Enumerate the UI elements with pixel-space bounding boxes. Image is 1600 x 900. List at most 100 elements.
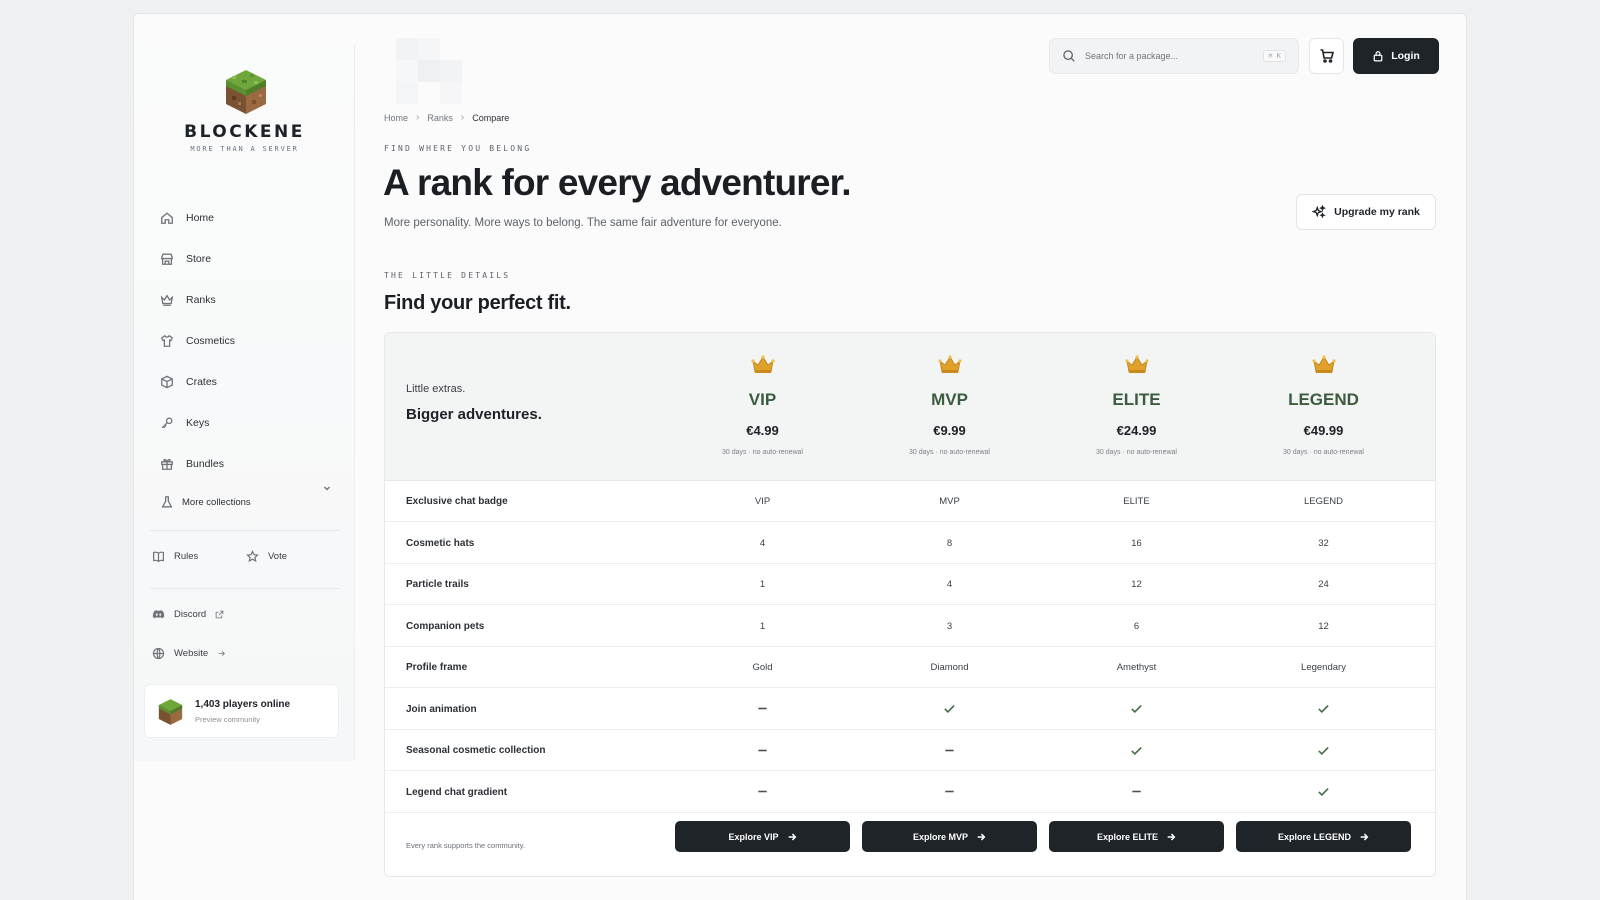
section-eyebrow: THE LITTLE DETAILS <box>384 271 511 280</box>
table-cell: 4 <box>759 537 766 549</box>
discord-link[interactable]: Discord <box>152 608 224 621</box>
sidebar-item-label: Bundles <box>186 458 224 470</box>
search-bar[interactable]: ⌘ K <box>1049 38 1299 74</box>
sidebar-item-keys[interactable]: Keys <box>160 413 209 433</box>
check-icon <box>1318 705 1329 714</box>
dash-icon <box>862 772 1037 813</box>
crown-icon <box>1125 355 1149 373</box>
table-cell: Amethyst <box>1116 662 1157 673</box>
lock-icon <box>1373 51 1383 62</box>
table-row: Legend chat gradient <box>385 772 1435 813</box>
sidebar-item-crates[interactable]: Crates <box>160 372 217 392</box>
sidebar-item-label: Store <box>186 253 212 265</box>
rules-label: Rules <box>174 551 199 562</box>
table-tagline-large: Bigger adventures. <box>406 406 542 423</box>
arrow-right-icon <box>788 833 796 840</box>
feature-name: Seasonal cosmetic collection <box>406 745 546 756</box>
sidebar-item-store[interactable]: Store <box>160 249 211 269</box>
brand-tagline: MORE THAN A SERVER <box>190 145 299 153</box>
check-icon <box>1049 689 1224 730</box>
logo-cube-icon[interactable] <box>224 68 268 116</box>
sidebar-divider <box>150 530 340 531</box>
sidebar-item-bundles[interactable]: Bundles <box>160 454 224 474</box>
sidebar-item-label: Ranks <box>186 294 216 306</box>
feature-name: Particle trails <box>406 579 469 590</box>
upgrade-rank-button[interactable]: Upgrade my rank <box>1296 194 1436 230</box>
players-online-subtitle: Preview community <box>195 715 261 724</box>
key-icon <box>161 417 173 429</box>
check-icon <box>862 689 1037 730</box>
breadcrumb-current: Compare <box>472 112 510 123</box>
rank-price: €4.99 <box>746 423 779 438</box>
explore-label: Explore ELITE <box>1096 831 1158 842</box>
dash-icon <box>758 749 767 752</box>
store-icon <box>161 253 173 265</box>
explore-elite-button[interactable]: Explore ELITE <box>1049 821 1224 852</box>
sidebar: BLOCKENE MORE THAN A SERVER Home Store R… <box>134 44 355 761</box>
sidebar-item-ranks[interactable]: Ranks <box>160 290 216 310</box>
table-row: Seasonal cosmetic collection <box>385 730 1435 771</box>
vote-label: Vote <box>268 551 288 562</box>
chevron-down-icon[interactable] <box>322 483 332 493</box>
sidebar-divider <box>150 588 340 589</box>
dash-icon <box>1132 791 1141 793</box>
rank-price: €24.99 <box>1116 423 1157 438</box>
rank-price: €9.99 <box>933 423 966 438</box>
table-cell: MVP <box>939 496 960 507</box>
cart-icon <box>1320 49 1334 63</box>
sidebar-item-label: Cosmetics <box>186 335 236 347</box>
rules-link[interactable]: Rules <box>152 550 198 563</box>
cart-button[interactable] <box>1309 38 1344 74</box>
vote-link[interactable]: Vote <box>246 550 287 563</box>
breadcrumb-home[interactable]: Home <box>384 113 408 123</box>
sidebar-item-label: Crates <box>186 376 217 388</box>
table-row: Join animation <box>385 689 1435 730</box>
check-icon <box>1131 746 1142 756</box>
login-button[interactable]: Login <box>1353 38 1439 74</box>
arrow-right-icon <box>977 833 986 840</box>
table-cell: 32 <box>1318 537 1329 549</box>
server-cube-icon <box>158 699 183 725</box>
table-cell: 1 <box>759 620 766 632</box>
explore-legend-button[interactable]: Explore LEGEND <box>1236 821 1411 852</box>
table-cell: 12 <box>1131 579 1142 590</box>
explore-vip-button[interactable]: Explore VIP <box>675 821 850 852</box>
table-cell: 24 <box>1318 579 1329 590</box>
dash-icon <box>1049 772 1224 813</box>
sidebar-item-more-collections[interactable]: More collections <box>160 492 251 512</box>
hero-subtitle: More personality. More ways to belong. T… <box>384 217 782 229</box>
dash-icon <box>758 791 767 793</box>
dash-icon <box>675 730 850 771</box>
flask-icon <box>161 496 173 508</box>
crown-icon <box>1312 355 1336 373</box>
sidebar-item-home[interactable]: Home <box>160 208 214 228</box>
explore-mvp-button[interactable]: Explore MVP <box>862 821 1037 852</box>
check-icon <box>1131 705 1142 714</box>
breadcrumb-ranks[interactable]: Ranks <box>427 113 453 123</box>
check-icon <box>1318 788 1329 797</box>
dash-icon <box>862 730 1037 771</box>
check-icon <box>944 705 955 714</box>
dash-icon <box>758 708 767 710</box>
table-cell: VIP <box>754 496 771 507</box>
website-link[interactable]: Website <box>152 647 226 660</box>
table-cell: 6 <box>1133 620 1140 632</box>
box-icon <box>161 375 173 389</box>
arrow-right-icon <box>1360 833 1369 840</box>
players-online-card[interactable]: 1,403 players online Preview community <box>144 684 339 738</box>
book-icon <box>153 551 164 563</box>
sidebar-item-cosmetics[interactable]: Cosmetics <box>160 331 235 351</box>
discord-icon <box>152 610 165 619</box>
dash-icon <box>675 689 850 730</box>
sidebar-item-label: More collections <box>182 496 251 508</box>
search-input[interactable] <box>1085 51 1255 61</box>
sparkles-icon <box>1312 205 1327 219</box>
table-cell: 16 <box>1131 537 1142 549</box>
rank-name: VIP <box>748 390 777 409</box>
rank-column-header: ELITE €24.99 30 days · no auto-renewal <box>1049 333 1224 481</box>
table-cell: 4 <box>946 579 953 590</box>
table-cell: LEGEND <box>1303 496 1344 507</box>
star-icon <box>246 550 259 563</box>
check-icon <box>1236 689 1411 730</box>
shirt-icon <box>160 334 174 347</box>
